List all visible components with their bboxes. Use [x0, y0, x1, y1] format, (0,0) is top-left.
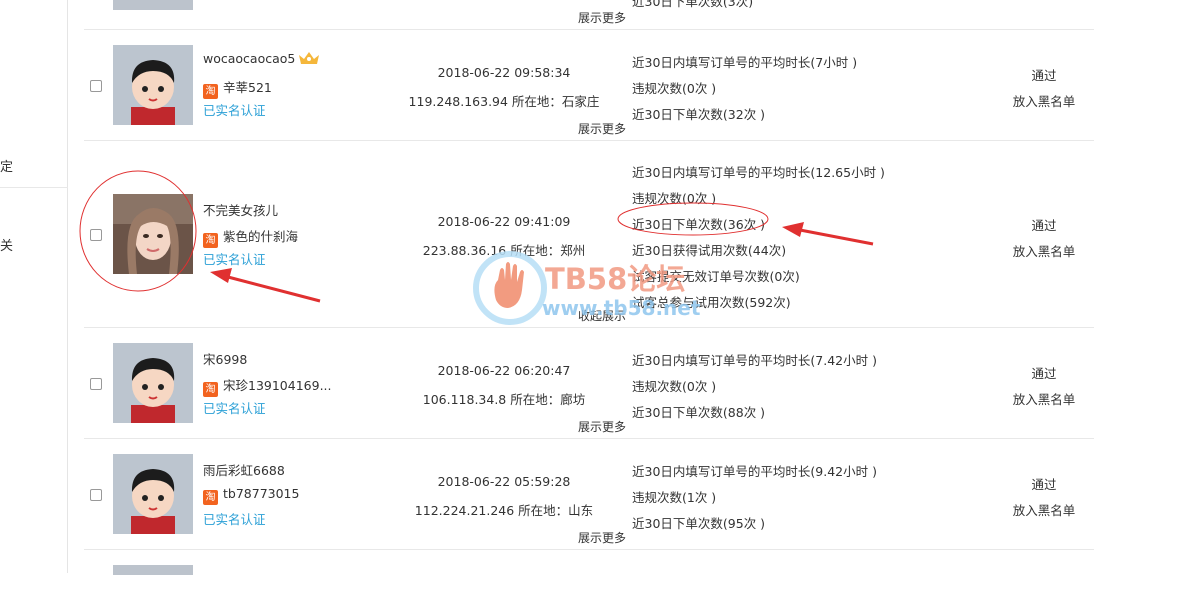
hand-logo-icon	[473, 251, 547, 325]
nickname: 雨后彩虹6688	[203, 463, 285, 478]
row-checkbox[interactable]	[90, 229, 102, 241]
nickname-text: wocaocaocao5	[203, 51, 296, 66]
apply-time: 2018-06-22 09:41:09	[437, 214, 571, 229]
row-checkbox[interactable]	[90, 489, 102, 501]
verified-badge: 已实名认证	[203, 401, 266, 416]
ip-location: 119.248.163.94 所在地：石家庄	[408, 94, 600, 109]
shop-name-text: 紫色的什刹海	[223, 229, 299, 244]
show-more-link[interactable]: 展示更多	[578, 529, 626, 546]
sidebar-divider	[0, 187, 68, 188]
taobao-icon: 淘	[203, 382, 218, 397]
verified-badge: 已实名认证	[203, 512, 266, 527]
show-more-link[interactable]: 展示更多	[578, 9, 626, 26]
verified-badge: 已实名认证	[203, 252, 266, 267]
approve-button[interactable]: 通过	[994, 65, 1094, 84]
avatar	[113, 45, 193, 125]
ip-location: 112.224.21.246 所在地：山东	[414, 503, 594, 518]
avg-time-stat: 近30日内填写订单号的平均时长(7.42小时 )	[632, 353, 877, 368]
left-sidebar: 定 关	[0, 0, 68, 573]
blacklist-button[interactable]: 放入黑名单	[994, 389, 1094, 408]
order-count-stat: 近30日下单次数(36次 )	[632, 217, 766, 232]
nickname: 不完美女孩儿	[203, 203, 279, 218]
shop-name-text: 宋珍139104169...	[223, 378, 332, 393]
verified-badge: 已实名认证	[203, 103, 266, 118]
approve-button[interactable]: 通过	[994, 363, 1094, 382]
violation-stat: 违规次数(1次 )	[632, 490, 717, 505]
row-checkbox[interactable]	[90, 80, 102, 92]
shop-name: 淘紫色的什刹海	[203, 226, 298, 248]
violation-stat: 违规次数(0次 )	[632, 191, 717, 206]
ip-location: 106.118.34.8 所在地：廊坊	[422, 392, 586, 407]
violation-stat: 违规次数(0次 )	[632, 379, 717, 394]
taobao-icon: 淘	[203, 84, 218, 99]
show-more-link[interactable]: 展示更多	[578, 120, 626, 137]
blacklist-button[interactable]: 放入黑名单	[994, 500, 1094, 519]
sidebar-item-2[interactable]: 关	[0, 235, 13, 254]
avatar	[113, 343, 193, 423]
shop-name: 淘 tb78773015	[203, 486, 299, 505]
sidebar-item-1[interactable]: 定	[0, 156, 13, 175]
table-row-partial: 近30日下单次数(3次) 展示更多	[84, 0, 1094, 30]
apply-time: 2018-06-22 09:58:34	[437, 65, 571, 80]
taobao-icon: 淘	[203, 490, 218, 505]
avatar-photo	[113, 194, 193, 274]
avatar	[113, 454, 193, 534]
avatar	[113, 0, 193, 10]
order-count-stat: 近30日下单次数(3次)	[632, 0, 754, 9]
row-checkbox[interactable]	[90, 378, 102, 390]
table-row-partial	[84, 550, 1094, 590]
forum-watermark: TB58论坛 www.tb58.net	[472, 250, 732, 326]
order-count-stat: 近30日下单次数(32次 )	[632, 107, 766, 122]
violation-stat: 违规次数(0次 )	[632, 81, 717, 96]
order-count-stat: 近30日下单次数(88次 )	[632, 405, 766, 420]
nickname: wocaocaocao5	[203, 51, 320, 66]
nickname: 宋6998	[203, 352, 248, 367]
order-count-stat: 近30日下单次数(95次 )	[632, 516, 766, 531]
shop-name: 淘宋珍139104169...	[203, 375, 332, 397]
show-more-link[interactable]: 展示更多	[578, 418, 626, 435]
table-row: 宋6998 淘宋珍139104169... 已实名认证 2018-06-22 0…	[84, 328, 1094, 439]
apply-time: 2018-06-22 06:20:47	[437, 363, 571, 378]
watermark-title: TB58论坛	[545, 262, 686, 296]
blacklist-button[interactable]: 放入黑名单	[994, 91, 1094, 110]
avg-time-stat: 近30日内填写订单号的平均时长(12.65小时 )	[632, 165, 885, 180]
table-row: 雨后彩虹6688 淘 tb78773015 已实名认证 2018-06-22 05…	[84, 439, 1094, 550]
table-row: wocaocaocao5 淘辛莘521 已实名认证 2018-06-22 09:…	[84, 30, 1094, 141]
approve-button[interactable]: 通过	[994, 215, 1094, 234]
shop-name-text: tb78773015	[223, 486, 300, 501]
approve-button[interactable]: 通过	[994, 474, 1094, 493]
avatar	[113, 565, 193, 575]
shop-name-text: 辛莘521	[223, 80, 272, 95]
taobao-icon: 淘	[203, 233, 218, 248]
avg-time-stat: 近30日内填写订单号的平均时长(9.42小时 )	[632, 464, 877, 479]
shop-name: 淘辛莘521	[203, 77, 272, 99]
avg-time-stat: 近30日内填写订单号的平均时长(7小时 )	[632, 55, 858, 70]
crown-icon	[299, 52, 320, 64]
watermark-url: www.tb58.net	[542, 296, 701, 320]
apply-time: 2018-06-22 05:59:28	[437, 474, 571, 489]
blacklist-button[interactable]: 放入黑名单	[994, 241, 1094, 260]
